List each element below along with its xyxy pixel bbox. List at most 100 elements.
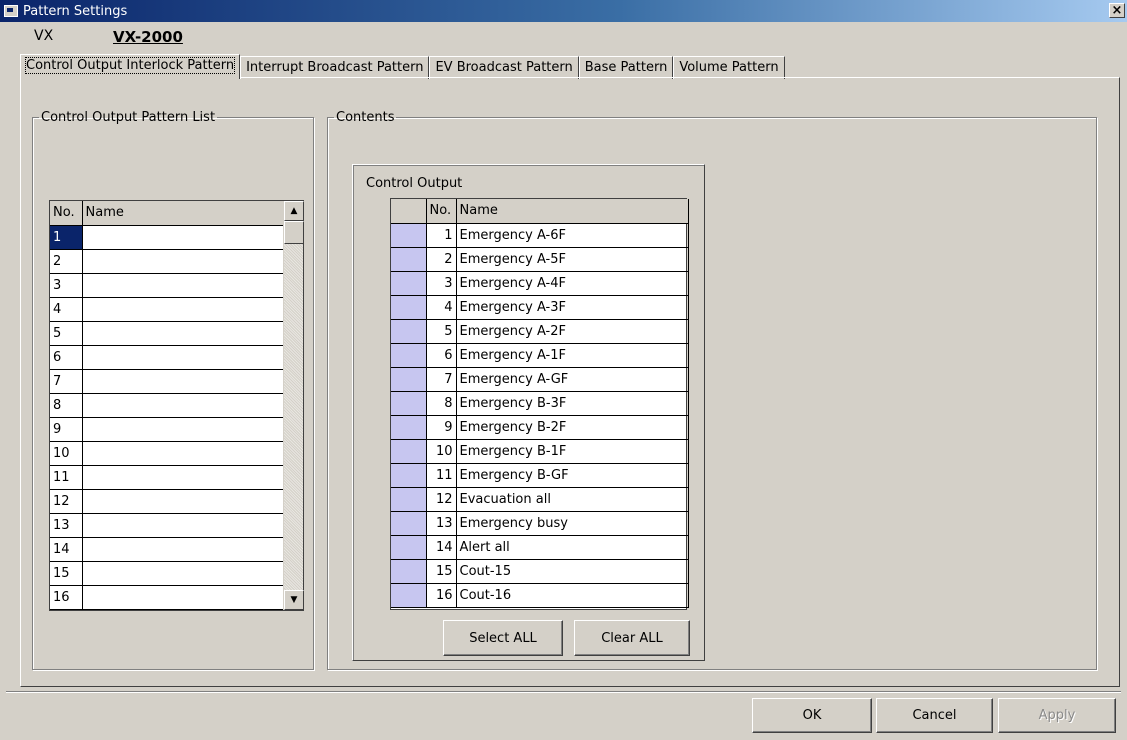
control-output-row[interactable]: 6 Emergency A-1F xyxy=(391,343,689,368)
pattern-list-row[interactable]: 12 xyxy=(50,489,284,514)
control-output-select-cell[interactable] xyxy=(391,247,427,272)
pattern-list-row[interactable]: 14 xyxy=(50,537,284,562)
pattern-row-no: 12 xyxy=(50,489,83,514)
pattern-list-row[interactable]: 16 xyxy=(50,585,284,610)
close-button[interactable]: × xyxy=(1109,3,1125,18)
pattern-list-row[interactable]: 11 xyxy=(50,465,284,490)
pattern-list-row[interactable]: 2 xyxy=(50,249,284,274)
pattern-list-scrollbar[interactable]: ▲ ▼ xyxy=(283,201,304,610)
scroll-up-arrow-icon[interactable]: ▲ xyxy=(284,201,304,221)
pattern-row-name[interactable] xyxy=(82,585,284,610)
control-output-select-cell[interactable] xyxy=(391,415,427,440)
apply-button[interactable]: Apply xyxy=(998,698,1116,733)
window-title: Pattern Settings xyxy=(23,3,128,19)
control-output-select-cell[interactable] xyxy=(391,535,427,560)
pattern-col-name[interactable]: Name xyxy=(82,201,284,226)
pattern-row-name[interactable] xyxy=(82,465,284,490)
pattern-row-no: 16 xyxy=(50,585,83,610)
pattern-row-name[interactable] xyxy=(82,513,284,538)
pattern-row-name[interactable] xyxy=(82,273,284,298)
control-output-row[interactable]: 4 Emergency A-3F xyxy=(391,295,689,320)
control-output-no: 13 xyxy=(426,511,457,536)
clear-all-button[interactable]: Clear ALL xyxy=(574,620,690,656)
control-output-no: 6 xyxy=(426,343,457,368)
control-output-no: 16 xyxy=(426,583,457,608)
control-output-table: No. Name 1 Emergency A-6F 2 Emergency A-5F 3… xyxy=(391,199,689,608)
pattern-list-row[interactable]: 4 xyxy=(50,297,284,322)
control-output-row[interactable]: 2 Emergency A-5F xyxy=(391,247,689,272)
pattern-row-name[interactable] xyxy=(82,537,284,562)
control-output-row[interactable]: 11 Emergency B-GF xyxy=(391,463,689,488)
co-col-name[interactable]: Name xyxy=(456,199,689,224)
control-output-row[interactable]: 1 Emergency A-6F xyxy=(391,223,689,248)
control-output-row[interactable]: 9 Emergency B-2F xyxy=(391,415,689,440)
control-output-row[interactable]: 15 Cout-15 xyxy=(391,559,689,584)
pattern-col-no[interactable]: No. xyxy=(50,201,83,226)
pattern-list-row[interactable]: 5 xyxy=(50,321,284,346)
control-output-name: Cout-16 xyxy=(456,583,689,608)
pattern-row-name[interactable] xyxy=(82,249,284,274)
pattern-row-name[interactable] xyxy=(82,225,284,250)
tab-control-output-interlock[interactable]: Control Output Interlock Pattern xyxy=(20,54,241,79)
control-output-row[interactable]: 10 Emergency B-1F xyxy=(391,439,689,464)
control-output-select-cell[interactable] xyxy=(391,487,427,512)
control-output-no: 5 xyxy=(426,319,457,344)
pattern-list-grid[interactable]: No. Name 1 2 3 4 5 6 7 8 9 10 11 12 13 14 15 16 ▲ ▼ xyxy=(49,200,304,611)
control-output-select-cell[interactable] xyxy=(391,583,427,608)
pattern-row-name[interactable] xyxy=(82,369,284,394)
control-output-row[interactable]: 5 Emergency A-2F xyxy=(391,319,689,344)
cancel-button[interactable]: Cancel xyxy=(876,698,993,733)
pattern-list-row[interactable]: 8 xyxy=(50,393,284,418)
control-output-select-cell[interactable] xyxy=(391,319,427,344)
control-output-no: 1 xyxy=(426,223,457,248)
control-output-row[interactable]: 8 Emergency B-3F xyxy=(391,391,689,416)
control-output-row[interactable]: 12 Evacuation all xyxy=(391,487,689,512)
pattern-list-table: No. Name 1 2 3 4 5 6 7 8 9 10 11 12 13 14 15 16 xyxy=(50,201,284,610)
pattern-list-row[interactable]: 1 xyxy=(50,225,284,250)
select-all-button[interactable]: Select ALL xyxy=(443,620,563,656)
control-output-select-cell[interactable] xyxy=(391,391,427,416)
pattern-row-name[interactable] xyxy=(82,297,284,322)
pattern-row-name[interactable] xyxy=(82,393,284,418)
pattern-row-name[interactable] xyxy=(82,345,284,370)
control-output-select-cell[interactable] xyxy=(391,223,427,248)
control-output-row[interactable]: 13 Emergency busy xyxy=(391,511,689,536)
co-col-no[interactable]: No. xyxy=(426,199,457,224)
pattern-list-row[interactable]: 7 xyxy=(50,369,284,394)
tab-ev-broadcast[interactable]: EV Broadcast Pattern xyxy=(429,56,579,79)
ok-button[interactable]: OK xyxy=(752,698,872,733)
control-output-select-cell[interactable] xyxy=(391,295,427,320)
pattern-list-row[interactable]: 9 xyxy=(50,417,284,442)
scroll-down-arrow-icon[interactable]: ▼ xyxy=(284,590,304,610)
pattern-list-row[interactable]: 15 xyxy=(50,561,284,586)
tab-interrupt-broadcast[interactable]: Interrupt Broadcast Pattern xyxy=(240,56,430,79)
control-output-select-cell[interactable] xyxy=(391,439,427,464)
pattern-list-row[interactable]: 13 xyxy=(50,513,284,538)
control-output-row[interactable]: 14 Alert all xyxy=(391,535,689,560)
control-output-no: 8 xyxy=(426,391,457,416)
window-icon xyxy=(4,5,18,17)
control-output-row[interactable]: 3 Emergency A-4F xyxy=(391,271,689,296)
scroll-thumb[interactable] xyxy=(284,221,304,244)
pattern-list-row[interactable]: 10 xyxy=(50,441,284,466)
pattern-row-name[interactable] xyxy=(82,417,284,442)
tab-base-pattern[interactable]: Base Pattern xyxy=(578,56,674,79)
control-output-select-cell[interactable] xyxy=(391,271,427,296)
control-output-grid[interactable]: No. Name 1 Emergency A-6F 2 Emergency A-5F 3… xyxy=(390,198,689,610)
control-output-select-cell[interactable] xyxy=(391,559,427,584)
pattern-row-name[interactable] xyxy=(82,441,284,466)
control-output-name: Emergency A-3F xyxy=(456,295,689,320)
control-output-row[interactable]: 16 Cout-16 xyxy=(391,583,689,608)
tab-volume-pattern[interactable]: Volume Pattern xyxy=(673,56,785,79)
control-output-row[interactable]: 7 Emergency A-GF xyxy=(391,367,689,392)
pattern-row-name[interactable] xyxy=(82,489,284,514)
control-output-select-cell[interactable] xyxy=(391,463,427,488)
pattern-list-row[interactable]: 6 xyxy=(50,345,284,370)
control-output-select-cell[interactable] xyxy=(391,343,427,368)
control-output-select-cell[interactable] xyxy=(391,511,427,536)
pattern-list-row[interactable]: 3 xyxy=(50,273,284,298)
control-output-no: 3 xyxy=(426,271,457,296)
control-output-select-cell[interactable] xyxy=(391,367,427,392)
pattern-row-name[interactable] xyxy=(82,321,284,346)
pattern-row-name[interactable] xyxy=(82,561,284,586)
